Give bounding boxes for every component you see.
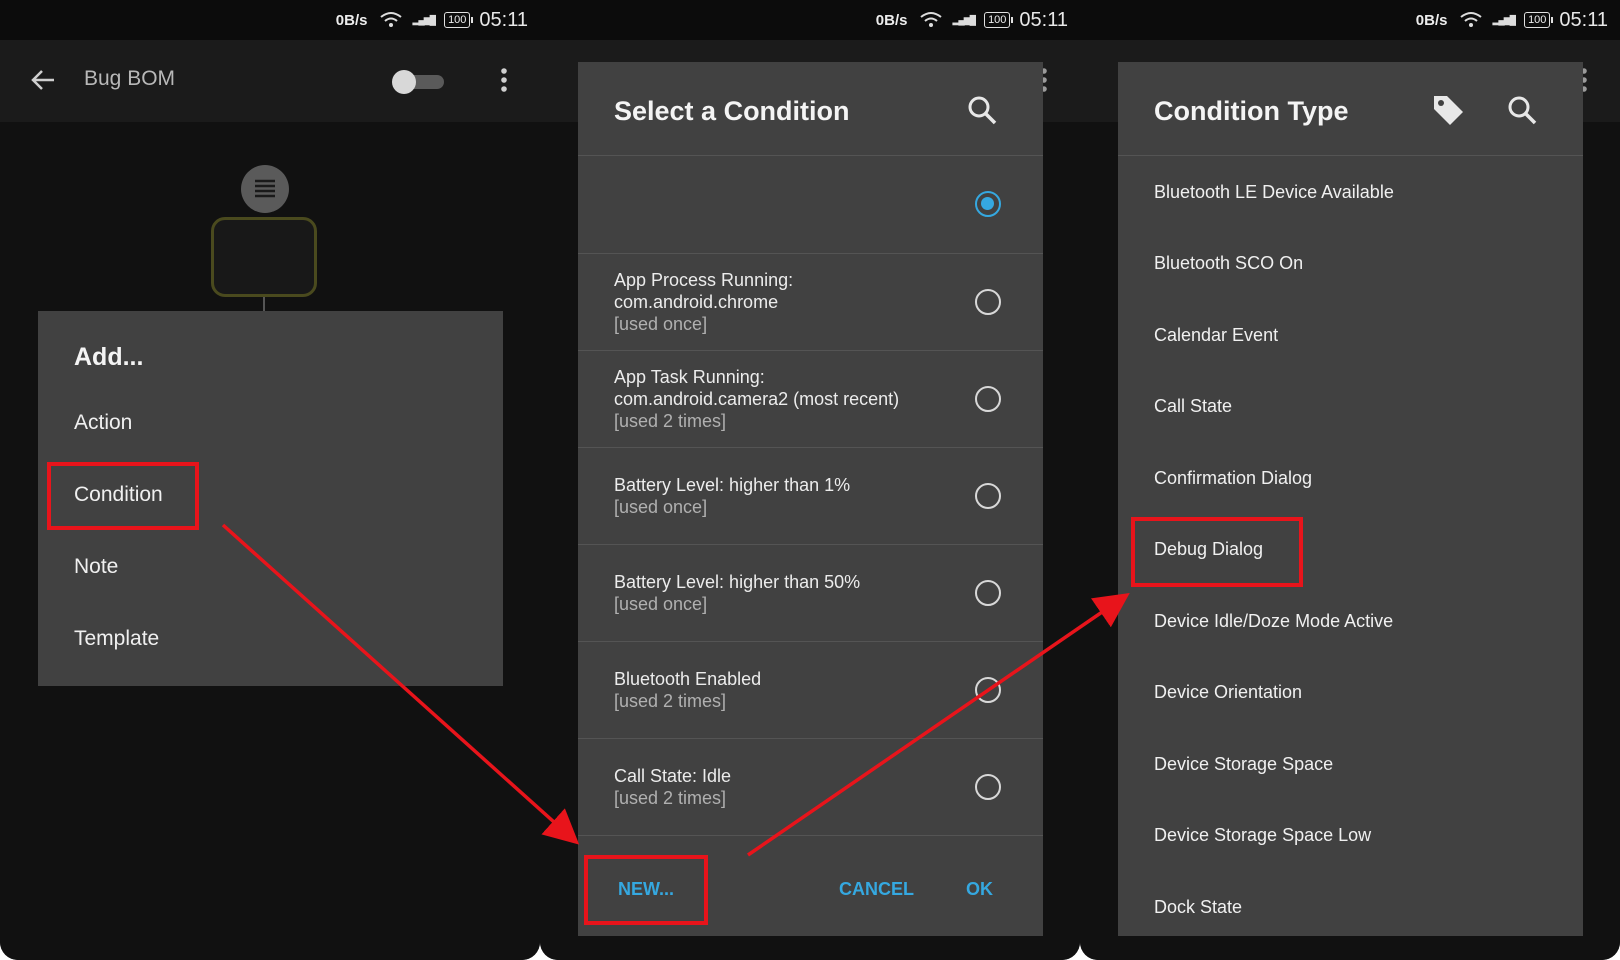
annotation-arrows [221,523,1130,857]
arrow-to-new-button [221,523,580,845]
arrow-to-debug-dialog [747,593,1130,857]
